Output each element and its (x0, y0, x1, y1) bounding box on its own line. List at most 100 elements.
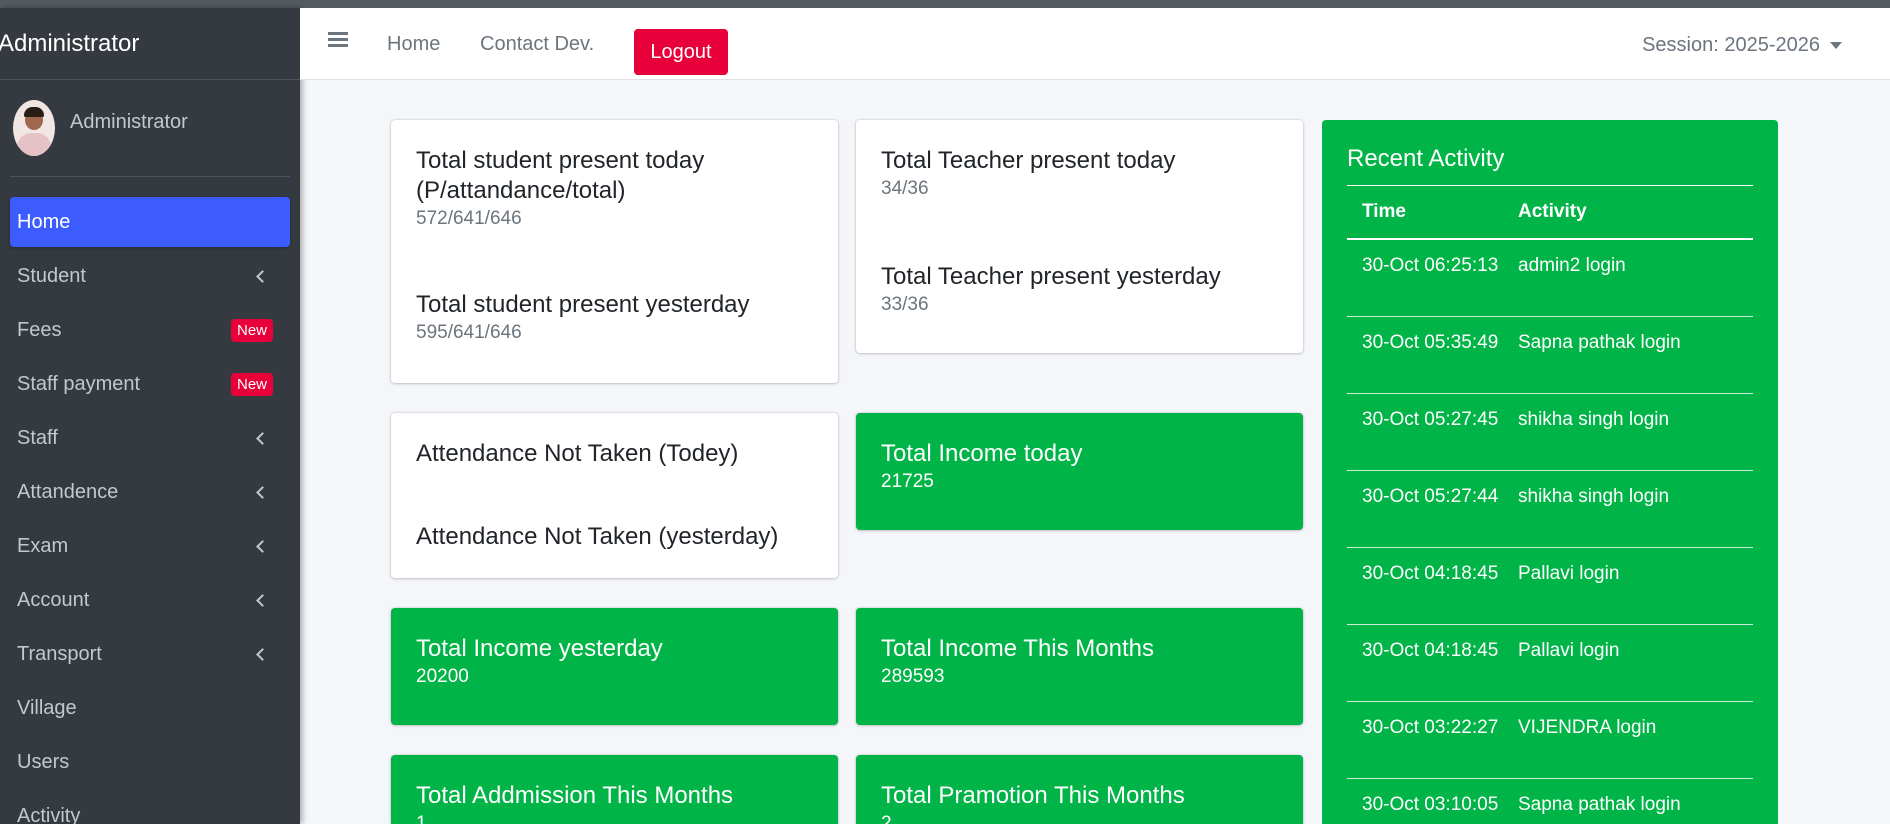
window-top-strip (0, 0, 1890, 8)
column-header-activity: Activity (1518, 201, 1587, 222)
activity-text: VIJENDRA login (1518, 717, 1657, 738)
attendance-not-taken-card: Attendance Not Taken (Todey) Attendance … (391, 413, 838, 578)
new-badge: New (230, 318, 273, 342)
table-row: 30-Oct 05:35:49 Sapna pathak login (1347, 317, 1753, 394)
admission-month-value: 1 (416, 813, 427, 824)
table-row: 30-Oct 04:18:45 Pallavi login (1347, 625, 1753, 702)
activity-text: shikha singh login (1518, 409, 1670, 430)
sidebar-item-label: Staff (17, 426, 58, 449)
chevron-left-icon (256, 269, 269, 283)
income-today-card: Total Income today 21725 (856, 413, 1303, 530)
sidebar-nav: Home Student Fees New Staff payment New … (0, 197, 300, 824)
user-name[interactable]: Administrator (70, 111, 188, 134)
chevron-left-icon (256, 593, 269, 607)
admission-month-title: Total Addmission This Months (416, 782, 734, 809)
income-today-title: Total Income today (881, 440, 1083, 467)
activity-time: 30-Oct 06:25:13 (1362, 255, 1499, 276)
table-row: 30-Oct 03:22:27 VIJENDRA login (1347, 702, 1753, 779)
caret-down-icon (1830, 42, 1842, 49)
table-row: 30-Oct 06:25:13 admin2 login (1347, 240, 1753, 317)
teacher-present-card: Total Teacher present today 34/36 Total … (856, 120, 1303, 353)
student-today-title: Total student present today (P/attandanc… (416, 147, 705, 204)
sidebar-item-exam[interactable]: Exam (10, 521, 290, 571)
student-today-value: 572/641/646 (416, 208, 522, 229)
activity-text: Pallavi login (1518, 640, 1620, 661)
activity-table-header: Time Activity (1347, 186, 1753, 240)
activity-time: 30-Oct 04:18:45 (1362, 563, 1499, 584)
nav-link-home[interactable]: Home (387, 33, 440, 56)
user-panel: Administrator (10, 80, 290, 177)
activity-time: 30-Oct 03:22:27 (1362, 717, 1499, 738)
attendance-today-title: Attendance Not Taken (Todey) (416, 440, 739, 467)
sidebar-item-label: Exam (17, 534, 69, 557)
sidebar-item-home[interactable]: Home (10, 197, 290, 247)
sidebar-item-attandence[interactable]: Attandence (10, 467, 290, 517)
income-today-value: 21725 (881, 471, 934, 492)
income-month-value: 289593 (881, 666, 945, 687)
sidebar-item-label: Village (17, 696, 77, 719)
chevron-left-icon (256, 431, 269, 445)
sidebar-item-users[interactable]: Users (10, 737, 290, 787)
sidebar-item-label: Home (17, 210, 71, 233)
sidebar-item-activity[interactable]: Activity (10, 791, 290, 824)
chevron-left-icon (256, 539, 269, 553)
teacher-today-value: 34/36 (881, 178, 929, 199)
sidebar-item-label: Attandence (17, 480, 119, 503)
sidebar-item-label: Fees (17, 318, 62, 341)
admission-month-card: Total Addmission This Months 1 (391, 755, 838, 824)
sidebar-item-staff-payment[interactable]: Staff payment New (10, 359, 290, 409)
session-dropdown[interactable]: Session: 2025-2026 (1642, 34, 1842, 57)
student-yesterday-title: Total student present yesterday (416, 291, 750, 318)
column-header-time: Time (1362, 201, 1407, 222)
new-badge: New (230, 372, 273, 396)
teacher-yesterday-value: 33/36 (881, 294, 929, 315)
brand-text: Administrator (0, 29, 140, 57)
activity-time: 30-Oct 03:10:05 (1362, 794, 1499, 815)
sidebar-item-label: Transport (17, 642, 102, 665)
teacher-today-title: Total Teacher present today (881, 147, 1176, 174)
sidebar-item-staff[interactable]: Staff (10, 413, 290, 463)
top-navbar: Home Contact Dev. Logout Session: 2025-2… (300, 8, 1890, 80)
table-row: 30-Oct 04:18:45 Pallavi login (1347, 548, 1753, 625)
promotion-month-title: Total Pramotion This Months (881, 782, 1185, 809)
promotion-month-card: Total Pramotion This Months 2 (856, 755, 1303, 824)
income-month-title: Total Income This Months (881, 635, 1155, 662)
chevron-left-icon (256, 647, 269, 661)
sidebar-item-account[interactable]: Account (10, 575, 290, 625)
activity-time: 30-Oct 05:27:45 (1362, 409, 1499, 430)
user-avatar[interactable] (13, 100, 55, 156)
sidebar-item-student[interactable]: Student (10, 251, 290, 301)
activity-text: admin2 login (1518, 255, 1626, 276)
nav-link-contact-dev[interactable]: Contact Dev. (480, 33, 594, 56)
sidebar-item-label: Staff payment (17, 372, 141, 395)
sidebar: Administrator Administrator Home Student… (0, 8, 300, 824)
menu-toggle-icon[interactable] (328, 32, 348, 48)
student-yesterday-value: 595/641/646 (416, 322, 522, 343)
sidebar-item-fees[interactable]: Fees New (10, 305, 290, 355)
activity-time: 30-Oct 05:27:44 (1362, 486, 1499, 507)
session-label: Session: 2025-2026 (1642, 34, 1820, 56)
activity-text: Pallavi login (1518, 563, 1620, 584)
table-row: 30-Oct 05:27:45 shikha singh login (1347, 394, 1753, 471)
income-yesterday-value: 20200 (416, 666, 469, 687)
teacher-yesterday-title: Total Teacher present yesterday (881, 263, 1221, 290)
promotion-month-value: 2 (881, 813, 892, 824)
attendance-yesterday-title: Attendance Not Taken (yesterday) (416, 523, 779, 550)
activity-text: Sapna pathak login (1518, 794, 1681, 815)
sidebar-item-label: Activity (17, 804, 81, 824)
table-row: 30-Oct 05:27:44 shikha singh login (1347, 471, 1753, 548)
sidebar-item-label: Account (17, 588, 90, 611)
sidebar-item-label: Student (17, 264, 86, 287)
activity-text: shikha singh login (1518, 486, 1670, 507)
logout-button[interactable]: Logout (634, 29, 728, 75)
sidebar-item-transport[interactable]: Transport (10, 629, 290, 679)
income-month-card: Total Income This Months 289593 (856, 608, 1303, 725)
income-yesterday-title: Total Income yesterday (416, 635, 663, 662)
student-present-card: Total student present today (P/attandanc… (391, 120, 838, 383)
recent-activity-panel: Recent Activity Time Activity 30-Oct 06:… (1322, 120, 1778, 824)
brand-link[interactable]: Administrator (0, 8, 300, 80)
table-row: 30-Oct 03:10:05 Sapna pathak login (1347, 779, 1753, 824)
income-yesterday-card: Total Income yesterday 20200 (391, 608, 838, 725)
sidebar-item-village[interactable]: Village (10, 683, 290, 733)
chevron-left-icon (256, 485, 269, 499)
